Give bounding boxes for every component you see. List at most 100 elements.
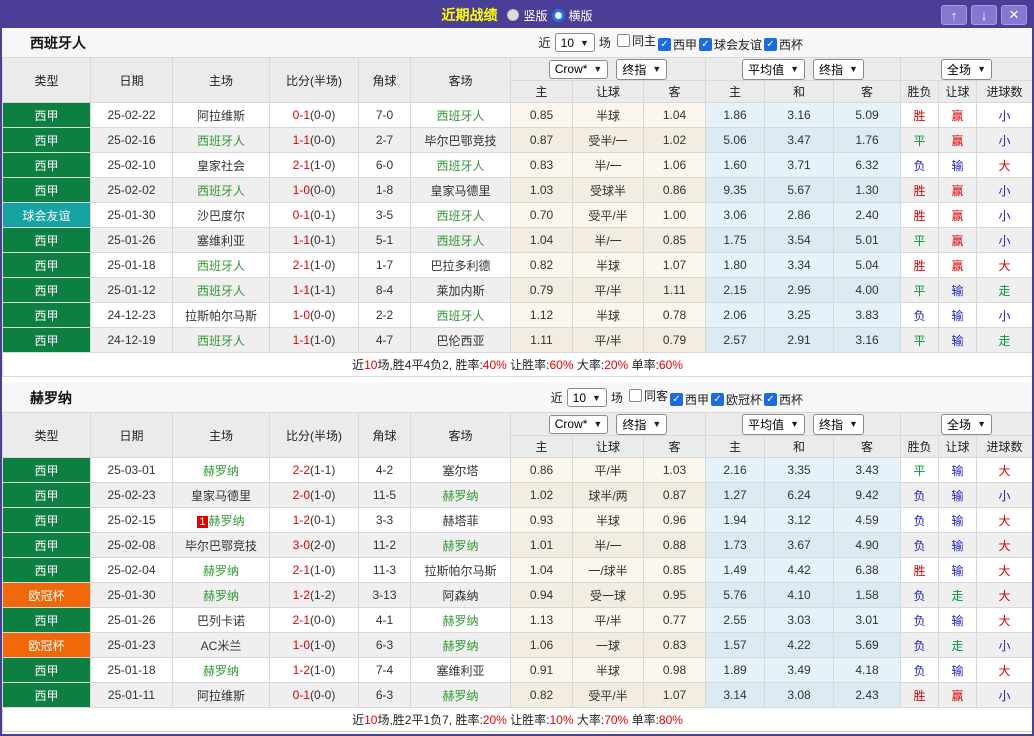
chevron-down-icon: ▼ — [790, 419, 799, 429]
score: 0-1(0-0) — [269, 102, 359, 128]
handicap-line: 半球 — [572, 507, 644, 533]
horizontal-layout-radio[interactable] — [551, 8, 565, 22]
goals-result: 大 — [976, 457, 1032, 483]
recent-label-suffix: 场 — [598, 36, 611, 50]
avg-home-odds: 1.27 — [705, 482, 765, 508]
match-result: 胜 — [900, 682, 940, 708]
avg-home-odds: 1.49 — [705, 557, 765, 583]
fulltime-select[interactable]: 全场 ▼ — [941, 58, 992, 80]
odds-company-select[interactable]: Crow* ▼ — [548, 414, 609, 434]
corner-score: 5-1 — [358, 227, 411, 253]
handicap-line: 一/球半 — [572, 557, 644, 583]
sub-header-goals: 进球数 — [976, 435, 1032, 458]
close-button[interactable]: ✕ — [1001, 5, 1027, 25]
checked-checkbox[interactable]: ✓ — [710, 393, 724, 406]
checked-checkbox[interactable]: ✓ — [669, 393, 683, 406]
col-header-away: 客场 — [410, 57, 511, 103]
away-team: 西班牙人 — [410, 102, 511, 128]
match-result: 胜 — [900, 557, 940, 583]
close-icon: ✕ — [1008, 7, 1020, 22]
corner-score: 6-3 — [358, 632, 411, 658]
score: 2-0(1-0) — [269, 482, 359, 508]
home-team: 阿拉维斯 — [172, 102, 270, 128]
fulltime-header: 全场 ▼ — [900, 412, 1032, 436]
odds-time-select[interactable]: 终指 ▼ — [616, 413, 668, 435]
avg-draw-odds: 2.95 — [764, 277, 834, 303]
company-home-odds: 1.01 — [510, 532, 573, 558]
handicap-line: 受半/一 — [572, 127, 644, 153]
league-badge: 西甲 — [2, 127, 91, 153]
filter-item: ✓ 西甲 — [669, 391, 709, 408]
goals-result: 走 — [976, 277, 1032, 303]
checked-checkbox[interactable]: ✓ — [698, 38, 712, 51]
avg-draw-odds: 3.03 — [764, 607, 834, 633]
company-away-odds: 1.02 — [643, 127, 706, 153]
avg-away-odds: 4.90 — [832, 532, 902, 558]
home-team: 西班牙人 — [172, 252, 270, 278]
goals-result: 大 — [976, 582, 1032, 608]
odds-company-select[interactable]: Crow* ▼ — [548, 59, 609, 79]
chevron-down-icon: ▼ — [849, 419, 858, 429]
chevron-down-icon: ▼ — [790, 64, 799, 74]
away-team: 西班牙人 — [410, 152, 511, 178]
handicap-line: 半/一 — [572, 227, 644, 253]
col-header-score: 比分(半场) — [269, 57, 359, 103]
chevron-down-icon: ▼ — [580, 37, 589, 48]
league-badge: 西甲 — [2, 177, 91, 203]
company-home-odds: 1.13 — [510, 607, 573, 633]
avg-draw-odds: 3.35 — [764, 457, 834, 483]
corner-score: 2-2 — [358, 302, 411, 328]
table-row: 西甲 25-01-18 赫罗纳 1-2(1-0) 7-4 塞维利亚 0.91 半球 0.98 1.… — [2, 657, 1032, 683]
avg-time-select[interactable]: 终指 ▼ — [813, 413, 864, 435]
handicap-line: 半/一 — [572, 532, 644, 558]
avg-away-odds: 1.76 — [832, 127, 902, 153]
match-date: 25-02-08 — [90, 532, 173, 558]
fulltime-select[interactable]: 全场 ▼ — [941, 413, 992, 435]
sub-header-avg-home: 主 — [705, 435, 765, 458]
match-date: 25-02-23 — [90, 482, 173, 508]
avg-odds-select[interactable]: 平均值 ▼ — [742, 413, 805, 435]
avg-odds-header: 平均值 ▼ 终指 ▼ — [704, 412, 902, 436]
goals-result: 小 — [976, 682, 1032, 708]
table-row: 西甲 25-02-16 西班牙人 1-1(0-0) 2-7 毕尔巴鄂竞技 0.87 受半/一 1… — [2, 127, 1032, 153]
chevron-down-icon: ▼ — [593, 419, 603, 429]
filter-item: ✓ 西杯 — [763, 391, 803, 408]
up-arrow-icon: ↑ — [950, 7, 958, 23]
recent-count-select[interactable]: 10 ▼ — [554, 33, 595, 52]
match-date: 25-02-15 — [90, 507, 173, 533]
handicap-result: 输 — [938, 302, 978, 328]
avg-away-odds: 1.30 — [832, 177, 902, 203]
avg-odds-select[interactable]: 平均值 ▼ — [742, 58, 805, 80]
unchecked-checkbox[interactable] — [616, 34, 630, 47]
league-badge: 欧冠杯 — [2, 582, 91, 608]
vertical-layout-radio[interactable] — [507, 9, 520, 21]
unchecked-checkbox[interactable] — [628, 389, 642, 402]
recent-count-select[interactable]: 10 ▼ — [566, 388, 607, 407]
move-down-button[interactable]: ↓ — [971, 5, 997, 25]
company-away-odds: 0.88 — [643, 532, 706, 558]
team-section-espanyol: 西班牙人 近 10 ▼ 场 同主 ✓ 西甲 ✓ 球会友谊 ✓ 西杯 类型 日期 主场 比分(半… — [2, 28, 1032, 377]
avg-away-odds: 3.16 — [832, 327, 902, 353]
company-away-odds: 0.86 — [643, 177, 706, 203]
avg-away-odds: 2.43 — [832, 682, 902, 708]
away-team: 巴拉多利德 — [410, 252, 511, 278]
avg-home-odds: 2.57 — [705, 327, 765, 353]
checked-checkbox[interactable]: ✓ — [763, 38, 777, 51]
company-home-odds: 1.04 — [510, 557, 573, 583]
handicap-line: 平/半 — [572, 607, 644, 633]
avg-odds-header: 平均值 ▼ 终指 ▼ — [704, 57, 902, 81]
handicap-line: 半球 — [572, 657, 644, 683]
avg-home-odds: 3.06 — [705, 202, 765, 228]
match-date: 25-01-26 — [90, 607, 173, 633]
checked-checkbox[interactable]: ✓ — [657, 38, 671, 51]
odds-time-select[interactable]: 终指 ▼ — [616, 58, 668, 80]
col-header-date: 日期 — [90, 412, 173, 458]
move-up-button[interactable]: ↑ — [941, 5, 967, 25]
checked-checkbox[interactable]: ✓ — [763, 393, 777, 406]
league-badge: 西甲 — [2, 152, 91, 178]
odds-company-header: Crow* ▼ 终指 ▼ — [510, 412, 706, 436]
sub-header-result: 胜负 — [900, 435, 940, 458]
filter-label: 同客 — [643, 389, 668, 403]
avg-time-select[interactable]: 终指 ▼ — [813, 58, 864, 80]
company-away-odds: 1.07 — [643, 252, 706, 278]
